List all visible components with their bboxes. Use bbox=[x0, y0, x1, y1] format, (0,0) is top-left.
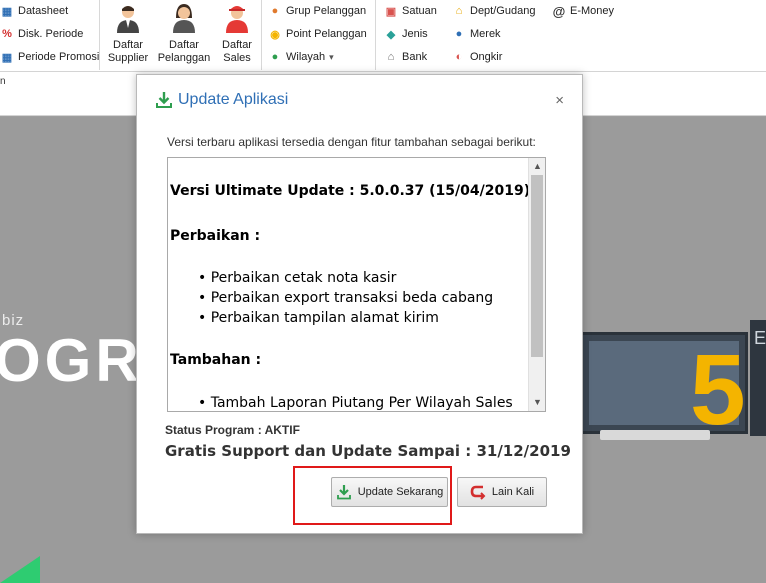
dialog-title: Update Aplikasi bbox=[155, 91, 288, 109]
subbar-text: n bbox=[0, 76, 6, 87]
fix-item: • Perbaikan export transaksi beda cabang bbox=[198, 290, 494, 306]
ribbon-item-disk-periode[interactable]: % Disk. Periode bbox=[0, 27, 83, 41]
bank-icon: ⌂ bbox=[387, 51, 395, 63]
ribbon-group-master: ▣ Satuan ◆ Jenis ⌂ Bank bbox=[376, 0, 446, 70]
background-ogr-text: OGR bbox=[0, 327, 143, 394]
fixes-title: Perbaikan : bbox=[170, 228, 261, 244]
support-expiry-text: Gratis Support dan Update Sampai : 31/12… bbox=[165, 442, 571, 460]
ribbon-item-label: Periode Promosi bbox=[18, 51, 100, 63]
daftar-supplier-button[interactable]: Daftar Supplier bbox=[100, 2, 156, 68]
warehouse-icon: ⌂ bbox=[455, 5, 463, 17]
background-side-panel: E bbox=[750, 320, 766, 436]
scroll-down-arrow-icon[interactable]: ▼ bbox=[529, 394, 545, 411]
ribbon-item-label: Disk. Periode bbox=[18, 28, 84, 40]
highlight-box bbox=[293, 466, 452, 525]
panel-letter: E bbox=[754, 328, 766, 348]
ribbon-item-point-pelanggan[interactable]: ◉ Point Pelanggan bbox=[268, 27, 367, 41]
status-program-text: Status Program : AKTIF bbox=[165, 423, 300, 437]
grid-icon: ▦ bbox=[1, 5, 13, 18]
ribbon-item-periode-promosi[interactable]: ▦ Periode Promosi bbox=[0, 50, 100, 64]
globe-icon: ● bbox=[271, 51, 279, 63]
ribbon-item-merek[interactable]: ● Merek bbox=[452, 27, 501, 41]
percent-icon: % bbox=[2, 28, 12, 40]
chevron-down-icon: ▾ bbox=[329, 51, 334, 62]
background-green-shape bbox=[0, 556, 40, 583]
supplier-person-icon bbox=[117, 6, 139, 33]
ribbon-item-bank[interactable]: ⌂ Bank bbox=[384, 50, 427, 64]
ribbon-item-e-money[interactable]: @ E-Money bbox=[552, 3, 614, 19]
ribbon-toolbar: ▦ Datasheet % Disk. Periode ▦ Periode Pr… bbox=[0, 0, 766, 72]
category-icon: ◆ bbox=[386, 28, 396, 41]
ribbon-group-pelanggan: ● Grup Pelanggan ◉ Point Pelanggan ● Wil… bbox=[262, 0, 376, 70]
ribbon-item-dept-gudang[interactable]: ⌂ Dept/Gudang bbox=[452, 4, 536, 18]
group-people-icon: ● bbox=[271, 5, 279, 17]
release-notes-box[interactable]: Versi Ultimate Update : 5.0.0.37 (15/04/… bbox=[167, 157, 546, 412]
ribbon-group-periode: ▦ Datasheet % Disk. Periode ▦ Periode Pr… bbox=[0, 0, 100, 70]
calendar-icon: ▦ bbox=[1, 51, 13, 64]
daftar-pelanggan-button[interactable]: Daftar Pelanggan bbox=[156, 2, 212, 68]
sales-person-icon bbox=[226, 6, 248, 33]
at-sign-icon: @ bbox=[552, 3, 566, 19]
ribbon-item-label: Datasheet bbox=[18, 5, 69, 17]
later-button[interactable]: Lain Kali bbox=[457, 477, 547, 507]
version-line: Versi Ultimate Update : 5.0.0.37 (15/04/… bbox=[170, 183, 531, 199]
notes-scrollbar[interactable]: ▲ ▼ bbox=[528, 158, 545, 411]
ribbon-group-emoney: @ E-Money bbox=[546, 0, 646, 70]
later-label: Lain Kali bbox=[491, 486, 535, 498]
scroll-thumb[interactable] bbox=[531, 175, 543, 357]
coin-icon: ◉ bbox=[270, 28, 280, 41]
additions-title: Tambahan : bbox=[170, 352, 262, 368]
download-icon bbox=[156, 92, 172, 108]
dialog-intro-text: Versi terbaru aplikasi tersedia dengan f… bbox=[167, 135, 536, 149]
undo-arrow-icon bbox=[470, 485, 486, 500]
addition-item: • Tambah Laporan Piutang Per Wilayah Sal… bbox=[198, 395, 513, 411]
fix-item: • Perbaikan tampilan alamat kirim bbox=[198, 310, 439, 326]
ribbon-item-ongkir[interactable]: ◐ Ongkir bbox=[452, 50, 503, 64]
ribbon-item-datasheet[interactable]: ▦ Datasheet bbox=[0, 4, 68, 18]
dialog-title-text: Update Aplikasi bbox=[178, 91, 289, 108]
ribbon-item-satuan[interactable]: ▣ Satuan bbox=[384, 4, 437, 18]
update-dialog: Update Aplikasi × Versi terbaru aplikasi… bbox=[136, 74, 583, 534]
box-icon: ▣ bbox=[385, 5, 397, 18]
close-icon[interactable]: × bbox=[555, 92, 564, 109]
background-version-number: 5 bbox=[690, 334, 746, 446]
delivery-icon: ◐ bbox=[455, 51, 463, 63]
ribbon-group-daftar: Daftar Supplier Daftar Pelanggan Daftar … bbox=[100, 0, 262, 70]
ribbon-item-wilayah[interactable]: ● Wilayah ▾ bbox=[268, 50, 334, 64]
ribbon-item-jenis[interactable]: ◆ Jenis bbox=[384, 27, 428, 41]
scroll-up-arrow-icon[interactable]: ▲ bbox=[529, 158, 545, 175]
daftar-sales-button[interactable]: Daftar Sales bbox=[212, 2, 262, 68]
fix-item: • Perbaikan cetak nota kasir bbox=[198, 270, 397, 286]
customer-person-icon bbox=[173, 4, 195, 33]
ribbon-group-gudang: ⌂ Dept/Gudang ● Merek ◐ Ongkir bbox=[446, 0, 546, 70]
brand-icon: ● bbox=[455, 28, 463, 40]
ribbon-item-grup-pelanggan[interactable]: ● Grup Pelanggan bbox=[268, 4, 366, 18]
